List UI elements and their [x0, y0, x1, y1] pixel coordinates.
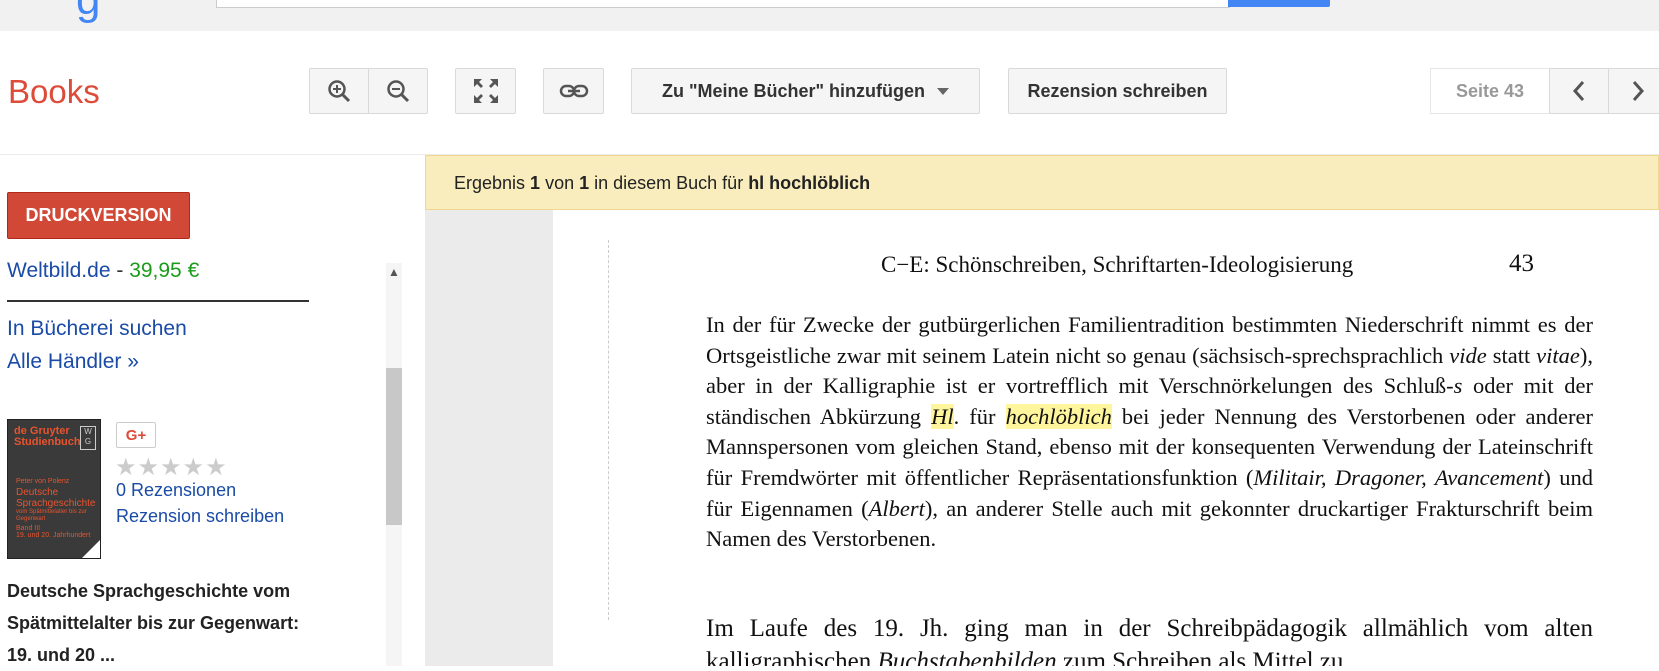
add-to-library-button[interactable]: Zu "Meine Bücher" hinzufügen	[632, 69, 979, 113]
seller-price: 39,95 €	[129, 259, 200, 282]
cover-publisher-mark: W G	[80, 426, 96, 450]
page-indicator: Seite 43	[1430, 68, 1550, 114]
write-review-group: Rezension schreiben	[1008, 68, 1227, 114]
page-nav-group	[1549, 68, 1659, 114]
scroll-up-icon[interactable]: ▲	[387, 263, 401, 281]
paragraph-2: Im Laufe des 19. Jh. ging man in der Sch…	[706, 615, 1593, 666]
reviews-count-link[interactable]: 0 Rezensionen	[116, 480, 236, 501]
book-page[interactable]: C−E: Schönschreiben, Schriftarten-Ideolo…	[553, 210, 1659, 666]
search-input[interactable]	[216, 0, 1230, 8]
book-viewer: Ergebnis 1 von 1 in diesem Buch für hl h…	[425, 155, 1659, 666]
highlight-hl: Hl	[931, 403, 954, 429]
result-in-book: in diesem Buch für	[589, 173, 749, 193]
zoom-out-button[interactable]	[369, 69, 427, 113]
write-review-link[interactable]: Rezension schreiben	[116, 506, 284, 527]
all-sellers-link[interactable]: Alle Händler »	[7, 350, 139, 374]
books-brand[interactable]: Books	[8, 73, 100, 111]
dropdown-caret-icon	[937, 88, 950, 96]
write-review-label: Rezension schreiben	[1027, 80, 1208, 101]
link-group	[543, 68, 604, 114]
cover-title-line1: Deutsche	[16, 487, 59, 498]
zoom-out-icon	[387, 80, 410, 103]
seller-separator: -	[110, 259, 130, 282]
result-total: 1	[579, 173, 590, 193]
result-current: 1	[530, 173, 541, 193]
cover-corner-fold	[82, 540, 100, 558]
book-title[interactable]: Deutsche Sprachgeschichte vom Spätmittel…	[7, 575, 377, 671]
paragraph-1: In der für Zwecke der gutbürgerlichen Fa…	[706, 312, 1593, 552]
page-number: 43	[1509, 250, 1534, 277]
page-gutter-line	[608, 240, 609, 620]
zoom-group	[309, 68, 428, 114]
result-prefix: Ergebnis	[454, 173, 531, 193]
zoom-in-icon	[328, 80, 351, 103]
book-title-line1: Deutsche Sprachgeschichte vom	[7, 581, 291, 601]
next-page-button[interactable]	[1609, 69, 1659, 113]
chevron-left-icon	[1572, 81, 1585, 101]
cover-author: Peter von Polenz	[16, 478, 70, 485]
seller-link[interactable]: Weltbild.de	[7, 259, 111, 282]
running-head: C−E: Schönschreiben, Schriftarten-Ideolo…	[881, 252, 1354, 277]
write-review-button[interactable]: Rezension schreiben	[1009, 69, 1226, 113]
add-to-library-group: Zu "Meine Bücher" hinzufügen	[631, 68, 980, 114]
google-logo[interactable]: g	[76, 0, 100, 22]
top-bar: g	[0, 0, 1659, 31]
book-title-line2: Spätmittelalter bis zur Gegenwart:	[7, 613, 300, 633]
gplus-button[interactable]: G+	[116, 422, 156, 448]
book-cover[interactable]: de Gruyter Studienbuch W G Peter von Pol…	[7, 419, 101, 559]
chevron-right-icon	[1632, 81, 1645, 101]
search-button[interactable]	[1228, 0, 1330, 7]
search-result-bar: Ergebnis 1 von 1 in diesem Buch für hl h…	[425, 155, 1659, 210]
cover-title: Peter von Polenz Deutsche Sprachgeschich…	[16, 476, 96, 534]
link-icon	[559, 84, 588, 98]
seller-line: Weltbild.de - 39,95 €	[7, 259, 199, 283]
divider	[7, 300, 309, 302]
fullscreen-button[interactable]	[456, 69, 515, 113]
print-version-button[interactable]: DRUCKVERSION	[7, 192, 190, 239]
prev-page-button[interactable]	[1550, 69, 1609, 113]
sidebar: DRUCKVERSION Weltbild.de - 39,95 € In Bü…	[0, 155, 425, 666]
cover-subtitle: vom Spätmittelalter bis zur Gegenwart	[16, 509, 87, 522]
library-search-link[interactable]: In Bücherei suchen	[7, 317, 187, 341]
cover-period: 19. und 20. Jahrhundert	[16, 532, 91, 539]
link-button[interactable]	[544, 69, 603, 113]
add-to-library-label: Zu "Meine Bücher" hinzufügen	[642, 81, 969, 102]
book-title-line3: 19. und 20 ...	[7, 645, 116, 665]
rating-stars: ★★★★★	[115, 454, 228, 481]
sidebar-scroll-thumb[interactable]	[386, 368, 402, 525]
cover-title-line2: Sprachgeschichte	[16, 498, 96, 509]
books-toolbar: Books Zu "Meine Bücher" hinzufügen Rezen…	[0, 31, 1659, 155]
highlight-hochloeblich: hochlöblich	[1005, 403, 1112, 429]
fullscreen-icon	[473, 79, 498, 103]
result-of: von	[540, 173, 580, 193]
fullscreen-group	[455, 68, 516, 114]
result-query: hl hochlöblich	[748, 173, 871, 193]
zoom-in-button[interactable]	[310, 69, 369, 113]
cover-series: de Gruyter Studienbuch	[14, 425, 81, 448]
